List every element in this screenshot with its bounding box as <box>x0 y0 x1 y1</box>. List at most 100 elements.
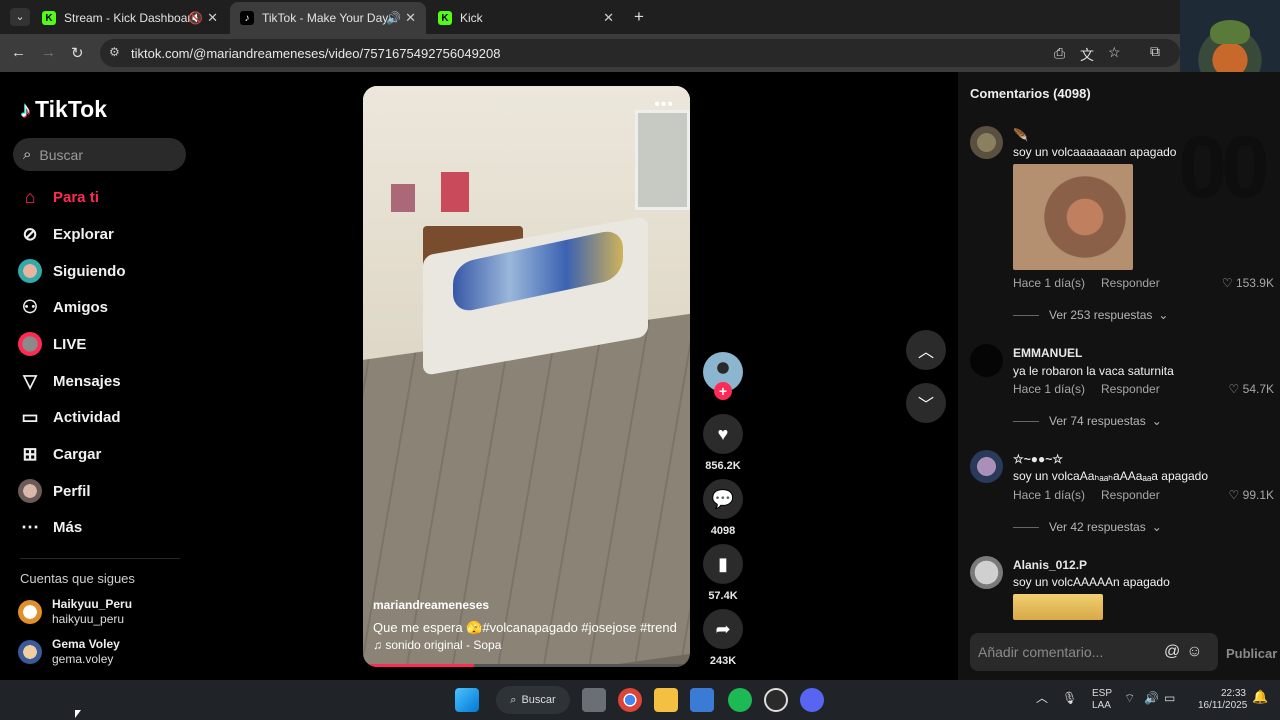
tab-search-icon[interactable]: ⌄ <box>10 8 30 26</box>
tiktok-logo[interactable]: ♪ TikTok <box>20 96 107 123</box>
forward-icon[interactable]: → <box>41 44 56 61</box>
avatar[interactable] <box>970 126 1003 159</box>
video-player[interactable]: ••• mariandreameneses Que me espera 🫣#vo… <box>363 86 690 667</box>
comment-input[interactable] <box>978 644 1158 660</box>
nav-siguiendo[interactable]: Siguiendo <box>18 256 126 286</box>
nav-perfil[interactable]: Perfil <box>18 476 91 506</box>
nav-cargar[interactable]: ⊞ Cargar <box>18 439 101 469</box>
volume-icon[interactable]: 🔊 <box>1144 692 1159 704</box>
comment-user[interactable]: 🪶 <box>1013 128 1028 142</box>
avatar[interactable] <box>970 450 1003 483</box>
follow-plus-icon[interactable]: + <box>714 382 732 400</box>
discord-icon[interactable] <box>800 688 824 712</box>
extensions-icon[interactable]: ⧉ <box>1150 43 1160 60</box>
close-tab-icon[interactable]: ✕ <box>603 10 614 26</box>
video-sound[interactable]: ♫ sonido original - Sopa <box>373 638 501 652</box>
close-tab-icon[interactable]: ✕ <box>207 10 218 26</box>
battery-icon[interactable]: ▭ <box>1164 692 1175 704</box>
nav-actividad[interactable]: ▭ Actividad <box>18 402 120 432</box>
file-explorer-icon[interactable] <box>654 688 678 712</box>
install-app-icon[interactable]: ⎙ <box>1054 45 1065 62</box>
share-button[interactable]: ➦ <box>703 609 743 649</box>
language-indicator[interactable]: ESP LAA <box>1092 688 1112 712</box>
bookmark-icon: ▮ <box>718 553 728 574</box>
clock[interactable]: 22:33 16/11/2025 <box>1198 688 1248 712</box>
following-account[interactable]: Gema Voley gema.voley <box>18 637 120 667</box>
publish-button[interactable]: Publicar <box>1226 646 1277 661</box>
nav-label: Más <box>53 518 83 536</box>
view-replies[interactable]: Ver 253 respuestas ⌄ <box>1013 308 1168 322</box>
site-info-icon[interactable]: ⚙ <box>109 45 120 59</box>
search-box[interactable]: ⌕ <box>13 138 186 171</box>
comment-button[interactable]: 💬 <box>703 479 743 519</box>
emoji-icon[interactable]: ☺ <box>1186 643 1202 661</box>
video-progress-bar[interactable] <box>363 664 690 667</box>
tab-kick-dashboard[interactable]: K Stream - Kick Dashboard 🔇 ✕ <box>32 2 228 34</box>
comment-count: 4098 <box>710 525 736 537</box>
comment-user[interactable]: Alanis_012.P <box>1013 558 1087 572</box>
previous-video-button[interactable]: ︿ <box>906 330 946 370</box>
obs-icon[interactable] <box>764 688 788 712</box>
nav-explorar[interactable]: ⊘ Explorar <box>18 219 113 249</box>
nav-amigos[interactable]: ⚇ Amigos <box>18 292 108 322</box>
mention-icon[interactable]: @ <box>1164 643 1180 661</box>
view-replies-label: Ver 74 respuestas <box>1049 414 1146 428</box>
nav-mas[interactable]: ⋯ Más <box>18 512 82 542</box>
avatar[interactable] <box>970 556 1003 589</box>
reply-button[interactable]: Responder <box>1101 276 1160 290</box>
video-more-icon[interactable]: ••• <box>654 96 674 114</box>
kick-icon: K <box>42 11 56 25</box>
view-replies[interactable]: Ver 74 respuestas ⌄ <box>1013 414 1162 428</box>
chevron-up-icon[interactable]: ︿ <box>1036 692 1048 704</box>
comment-like[interactable]: ♡ 153.9K <box>1222 276 1274 290</box>
following-account[interactable]: Haikyuu_Peru haikyuu_peru <box>18 597 132 627</box>
comment-time: Hace 1 día(s) <box>1013 276 1086 290</box>
nav-label: Siguiendo <box>53 262 126 280</box>
nav-mensajes[interactable]: ▽ Mensajes <box>18 366 120 396</box>
next-video-button[interactable]: ﹀ <box>906 383 946 423</box>
task-view-icon[interactable] <box>582 688 606 712</box>
comment-like[interactable]: ♡ 99.1K <box>1229 488 1274 502</box>
notification-icon[interactable]: 🔔 <box>1252 690 1268 703</box>
video-progress-fill <box>363 664 475 667</box>
comment-user[interactable]: ☆~●●~☆ <box>1013 452 1063 466</box>
url-bar[interactable]: ⚙ tiktok.com/@mariandreameneses/video/75… <box>100 39 1180 67</box>
view-replies[interactable]: Ver 42 respuestas ⌄ <box>1013 520 1162 534</box>
chrome-icon[interactable] <box>618 688 642 712</box>
tab-tiktok[interactable]: ♪ TikTok - Make Your Day 🔊 ✕ <box>230 2 426 34</box>
nav-live[interactable]: LIVE <box>18 329 86 359</box>
reply-button[interactable]: Responder <box>1101 488 1160 502</box>
save-button[interactable]: ▮ <box>703 544 743 584</box>
muted-speaker-icon[interactable]: 🔇 <box>188 11 203 25</box>
add-comment-box[interactable]: @ ☺ <box>970 633 1218 671</box>
close-tab-icon[interactable]: ✕ <box>405 10 416 26</box>
nav-para-ti[interactable]: ⌂ Para ti <box>18 182 99 212</box>
translate-icon[interactable]: 文 <box>1080 45 1094 65</box>
like-count: 99.1K <box>1242 488 1274 502</box>
wifi-icon[interactable]: ⌔ <box>1124 692 1135 704</box>
tab-title: Stream - Kick Dashboard <box>64 11 199 25</box>
search-icon: ⌕ <box>23 146 32 163</box>
reply-button[interactable]: Responder <box>1101 382 1160 396</box>
avatar[interactable] <box>970 344 1003 377</box>
clock-date: 16/11/2025 <box>1198 700 1248 711</box>
video-author[interactable]: mariandreameneses <box>373 598 489 612</box>
search-input[interactable] <box>39 146 160 163</box>
tiktok-icon: ♪ <box>240 11 254 25</box>
comment-user[interactable]: EMMANUEL <box>1013 346 1082 360</box>
store-icon[interactable] <box>690 688 714 712</box>
windows-start-icon[interactable] <box>455 688 479 712</box>
microphone-icon[interactable]: 🎙 <box>1062 692 1077 704</box>
taskbar-search[interactable]: ⌕ Buscar <box>496 686 570 714</box>
bookmark-star-icon[interactable]: ☆ <box>1108 44 1121 61</box>
spotify-icon[interactable] <box>728 688 752 712</box>
comment-like[interactable]: ♡ 54.7K <box>1229 382 1274 396</box>
comment-image <box>1013 164 1133 270</box>
speaker-icon[interactable]: 🔊 <box>386 11 401 25</box>
like-button[interactable]: ♥ <box>703 414 743 454</box>
back-icon[interactable]: ← <box>11 44 26 61</box>
tab-kick[interactable]: K Kick ✕ <box>428 2 624 34</box>
reload-icon[interactable]: ↻ <box>71 44 84 62</box>
new-tab-button[interactable]: + <box>634 7 644 27</box>
home-icon: ⌂ <box>24 186 36 207</box>
